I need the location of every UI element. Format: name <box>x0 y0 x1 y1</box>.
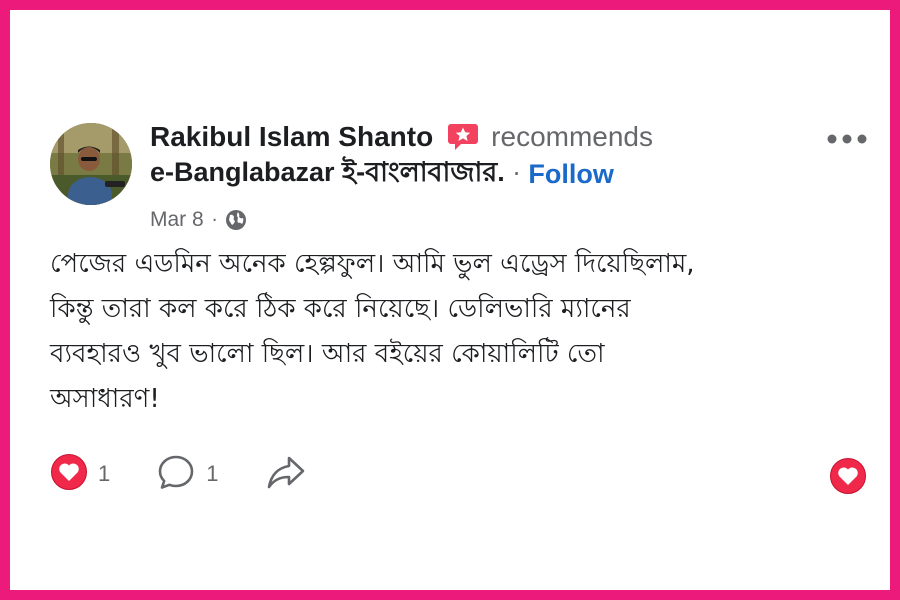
love-reaction-button[interactable]: 1 <box>50 453 110 495</box>
post-card: Rakibul Islam Shanto recommends e-Bangla… <box>10 10 890 590</box>
post-body-line: অসাধারণ! <box>50 384 160 414</box>
author-avatar[interactable] <box>50 123 132 205</box>
comment-icon <box>156 452 196 496</box>
recommend-icon <box>447 122 479 152</box>
author-name[interactable]: Rakibul Islam Shanto <box>150 121 433 153</box>
share-icon <box>265 452 307 496</box>
page-name-link[interactable]: e-Banglabazar ই-বাংলাবাজার. <box>150 152 505 197</box>
post-date[interactable]: Mar 8 <box>150 208 204 232</box>
love-reaction-icon <box>50 453 88 495</box>
comment-count: 1 <box>206 461 219 486</box>
meta-separator-dot: · <box>211 209 218 231</box>
love-button-icon[interactable] <box>829 457 867 495</box>
share-button[interactable] <box>265 452 307 496</box>
post-body-line: পেজের এডমিন অনেক হেল্পফুল। আমি ভুল এড্রে… <box>50 249 695 279</box>
post-meta: Mar 8 · <box>150 208 247 232</box>
post-body-line: ব্যবহারও খুব ভালো ছিল। আর বইয়ের কোয়ালি… <box>50 339 605 369</box>
post-header-line2: e-Banglabazar ই-বাংলাবাজার. · Follow <box>150 156 614 192</box>
follow-button[interactable]: Follow <box>528 159 613 190</box>
globe-icon <box>225 209 247 231</box>
post-body: পেজের এডমিন অনেক হেল্পফুল। আমি ভুল এড্রে… <box>50 242 850 422</box>
recommends-text: recommends <box>491 121 654 152</box>
post-body-line: কিন্তু তারা কল করে ঠিক করে নিয়েছে। ডেলি… <box>50 294 631 324</box>
love-count: 1 <box>98 461 111 486</box>
more-options-icon[interactable] <box>825 127 869 151</box>
comment-button[interactable]: 1 <box>156 452 219 496</box>
action-bar: 1 1 <box>50 454 307 494</box>
post-header-line1: Rakibul Islam Shanto recommends <box>150 120 653 154</box>
separator-dot: · <box>512 160 521 188</box>
